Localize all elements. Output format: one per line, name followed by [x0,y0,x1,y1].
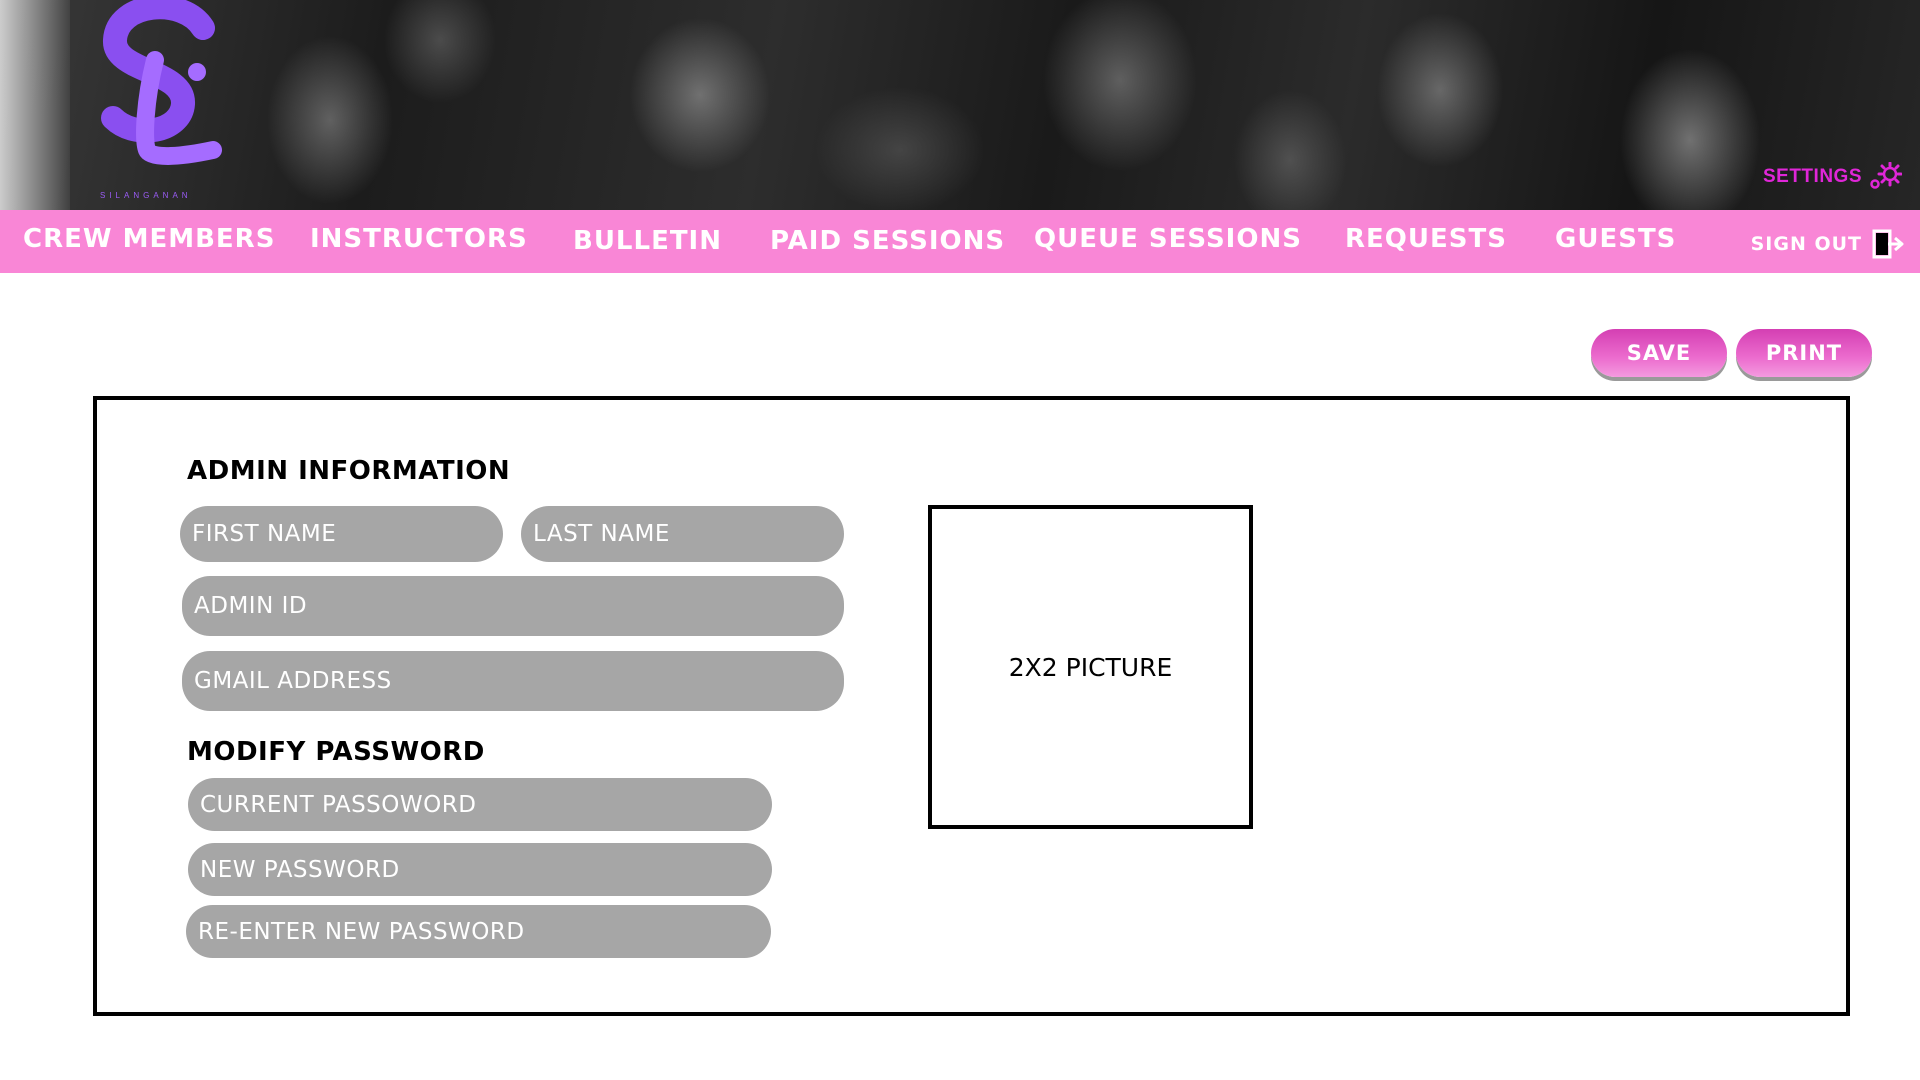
settings-label: SETTINGS [1762,166,1862,187]
sign-out-link[interactable]: SIGN OUT [1751,229,1906,259]
nav-instructors[interactable]: INSTRUCTORS [310,224,528,254]
header-banner: SILANGANAN SETTINGS [0,0,1920,210]
nav-paid-sessions[interactable]: PAID SESSIONS [770,226,1005,256]
print-button[interactable]: PRINT [1736,329,1872,377]
picture-label: 2X2 PICTURE [1008,652,1173,682]
gear-icon [1870,162,1902,189]
logo-caption: SILANGANAN [100,191,192,200]
nav-requests[interactable]: REQUESTS [1345,224,1507,254]
nav-guests[interactable]: GUESTS [1555,224,1676,254]
admin-id-field[interactable]: ADMIN ID [182,576,844,636]
banner-photo-light [0,0,70,210]
gmail-address-field[interactable]: GMAIL ADDRESS [182,651,844,711]
nav-queue-sessions[interactable]: QUEUE SESSIONS [1034,224,1302,254]
settings-link[interactable]: SETTINGS [1763,162,1902,192]
sign-out-label: SIGN OUT [1750,233,1862,255]
nav-crew-members[interactable]: CREW MEMBERS [23,224,275,254]
first-name-field[interactable]: FIRST NAME [180,506,503,562]
reenter-password-field[interactable]: RE-ENTER NEW PASSWORD [186,905,771,958]
modify-password-title: MODIFY PASSWORD [187,737,485,767]
nav-bulletin[interactable]: BULLETIN [573,226,722,256]
new-password-field[interactable]: NEW PASSWORD [188,843,772,896]
admin-info-title: ADMIN INFORMATION [187,456,511,486]
sign-out-icon [1872,229,1904,259]
save-button[interactable]: SAVE [1591,329,1727,377]
last-name-field[interactable]: LAST NAME [521,506,844,562]
current-password-field[interactable]: CURRENT PASSOWORD [188,778,772,831]
profile-picture-box[interactable]: 2X2 PICTURE [928,505,1253,829]
logo-icon[interactable] [85,0,225,205]
main-nav: CREW MEMBERS INSTRUCTORS BULLETIN PAID S… [0,210,1920,273]
